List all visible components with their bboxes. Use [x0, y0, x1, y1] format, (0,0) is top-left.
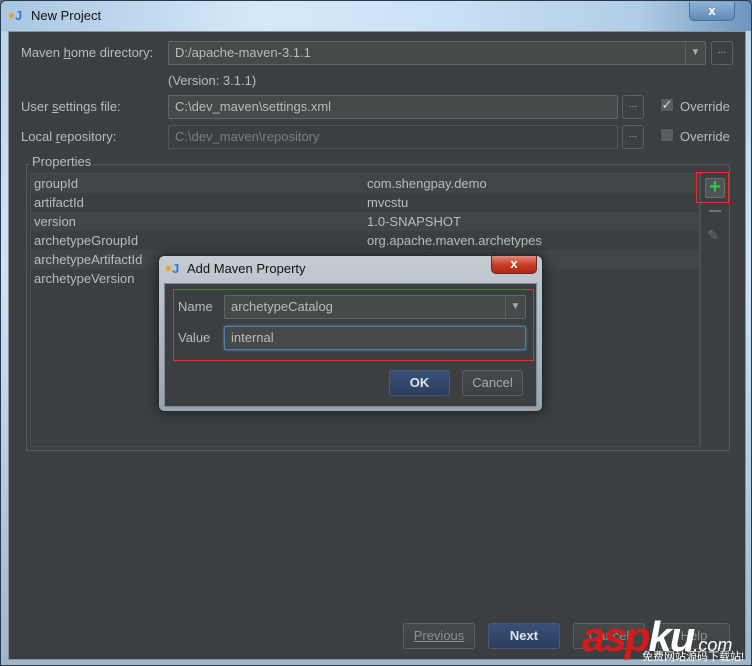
settings-override-label: Override: [680, 99, 730, 114]
intellij-idea-icon: J: [9, 8, 25, 24]
chevron-down-icon[interactable]: ▼: [685, 42, 705, 64]
settings-override-checkbox[interactable]: ✓: [660, 98, 674, 112]
ok-button[interactable]: OK: [389, 370, 450, 396]
add-maven-property-dialog: J Add Maven Property x Name archetypeCat…: [158, 255, 543, 412]
new-project-window: J New Project x Maven home directory: D:…: [0, 0, 752, 666]
title-bar: J New Project x: [1, 1, 751, 31]
remove-property-button[interactable]: [709, 210, 721, 212]
local-repo-input[interactable]: C:\dev_maven\repository: [168, 125, 618, 149]
property-key: groupId: [34, 176, 79, 191]
watermark: aspku.com 免费网站源码下载站!: [582, 613, 744, 663]
property-key: artifactId: [34, 195, 84, 210]
local-repo-browse-button[interactable]: ...: [622, 125, 644, 149]
previous-label: Previous: [413, 628, 465, 643]
maven-home-combobox[interactable]: D:/apache-maven-3.1.1 ▼: [168, 41, 706, 65]
property-key: archetypeGroupId: [34, 233, 139, 248]
name-label: Name: [178, 299, 213, 314]
next-label: Next: [509, 628, 539, 643]
dialog-title: Add Maven Property: [187, 261, 306, 276]
pencil-icon[interactable]: ✎: [707, 227, 723, 243]
value-label: Value: [178, 330, 211, 345]
maven-home-browse-button[interactable]: ...: [711, 41, 733, 65]
property-value: 1.0-SNAPSHOT: [367, 214, 461, 229]
name-value: archetypeCatalog: [231, 299, 333, 314]
property-row[interactable]: archetypeGroupId org.apache.maven.archety…: [31, 231, 699, 250]
value-input[interactable]: internal: [224, 326, 526, 350]
ok-label: OK: [409, 375, 430, 390]
property-key: version: [34, 214, 76, 229]
dialog-close-button[interactable]: x: [491, 256, 537, 274]
dialog-cancel-label: Cancel: [472, 375, 513, 390]
local-repo-label: Local repository:: [21, 129, 117, 144]
repo-override-checkbox[interactable]: [660, 128, 674, 142]
maven-home-label: Maven home directory:: [21, 45, 154, 60]
chevron-down-icon[interactable]: ▼: [505, 296, 525, 318]
property-value: org.apache.maven.archetypes: [367, 233, 542, 248]
user-settings-input[interactable]: C:\dev_maven\settings.xml: [168, 95, 618, 119]
previous-button[interactable]: Previous: [403, 623, 475, 649]
maven-home-value: D:/apache-maven-3.1.1: [175, 45, 311, 60]
add-button-highlight: [696, 172, 729, 203]
properties-legend: Properties: [30, 154, 94, 169]
property-row[interactable]: artifactId mvcstu: [31, 193, 699, 212]
window-close-button[interactable]: x: [689, 2, 735, 21]
watermark-brand-red: asp: [582, 613, 650, 660]
repo-override-label: Override: [680, 129, 730, 144]
property-row[interactable]: groupId com.shengpay.demo: [31, 174, 699, 193]
window-title: New Project: [31, 8, 102, 23]
user-settings-browse-button[interactable]: ...: [622, 95, 644, 119]
name-combobox[interactable]: archetypeCatalog ▼: [224, 295, 526, 319]
dialog-cancel-button[interactable]: Cancel: [462, 370, 523, 396]
user-settings-label: User settings file:: [21, 99, 121, 114]
property-value: com.shengpay.demo: [367, 176, 487, 191]
next-button[interactable]: Next: [488, 623, 560, 649]
maven-version-text: (Version: 3.1.1): [168, 73, 257, 88]
properties-toolbar: + ✎: [700, 173, 726, 447]
intellij-idea-icon: J: [166, 261, 179, 276]
property-value: mvcstu: [367, 195, 409, 210]
dialog-body: Name archetypeCatalog ▼ Value internal O…: [164, 283, 537, 407]
watermark-tagline: 免费网站源码下载站!: [642, 651, 745, 663]
property-row[interactable]: version 1.0-SNAPSHOT: [31, 212, 699, 231]
